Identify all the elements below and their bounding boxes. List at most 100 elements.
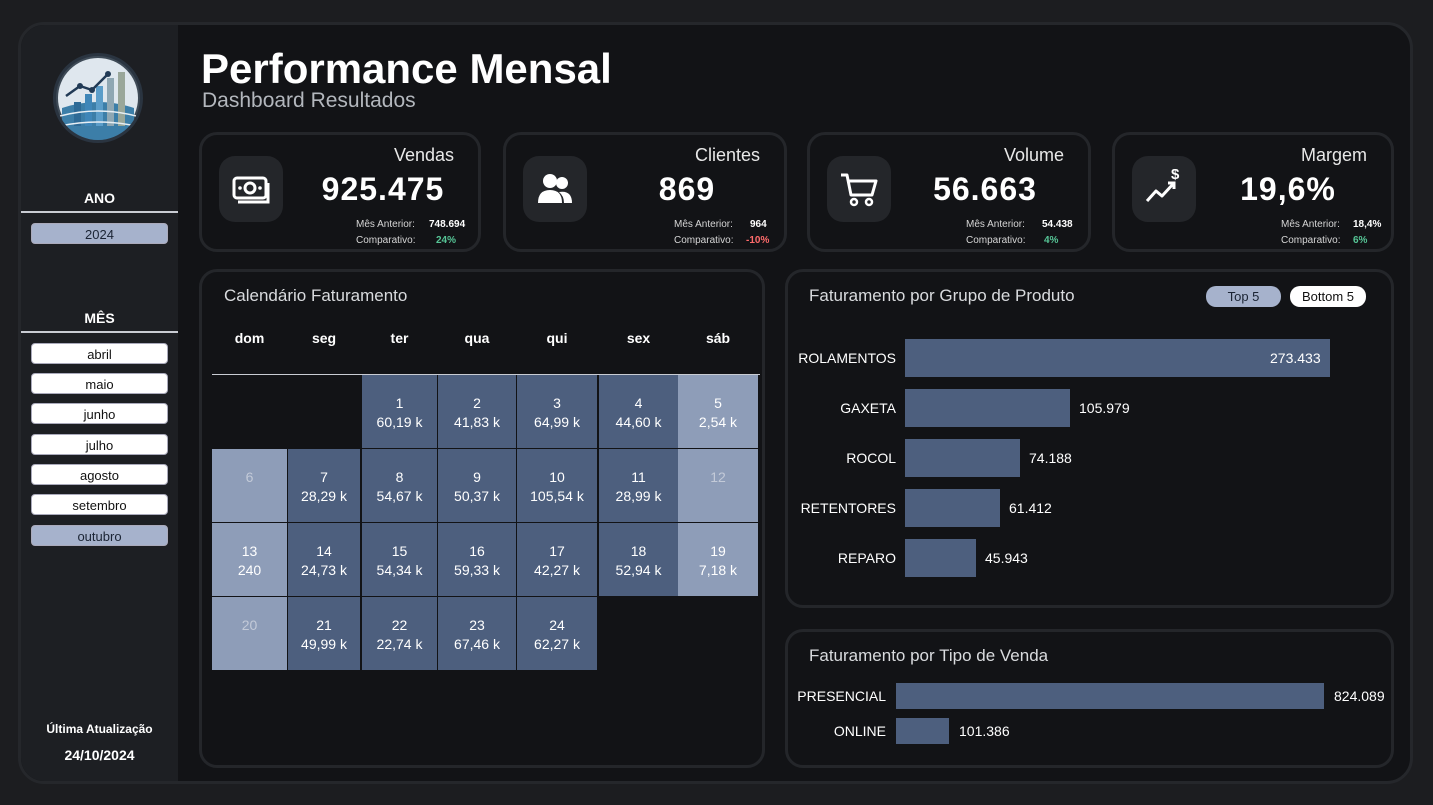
calendar-day-value: 105,54 k xyxy=(530,488,584,504)
calendar-day-cell[interactable]: 15 54,34 k xyxy=(362,523,437,596)
money-icon xyxy=(219,156,283,222)
toggle-bottom5-button[interactable]: Bottom 5 xyxy=(1290,286,1366,307)
calendar-day-number: 19 xyxy=(710,543,726,559)
calendar-day-value: 54,67 k xyxy=(376,488,423,504)
calendar-day-cell[interactable]: 23 67,46 k xyxy=(438,597,516,670)
month-option-abril[interactable]: abril xyxy=(31,343,168,364)
weekday-header: ter xyxy=(390,330,409,346)
calendar-day-value: 62,27 k xyxy=(534,636,580,652)
calendar-day-number: 10 xyxy=(549,469,565,485)
growth-icon: $ xyxy=(1132,156,1196,222)
kpi-prev-value: 54.438 xyxy=(1042,219,1073,230)
calendar-day-number: 21 xyxy=(316,617,332,633)
calendar-day-cell[interactable]: 20 xyxy=(212,597,287,670)
calendar-day-cell[interactable]: 4 44,60 k xyxy=(599,375,678,448)
month-option-junho[interactable]: junho xyxy=(31,403,168,424)
kpi-prev-label: Mês Anterior: xyxy=(356,219,415,230)
calendar-day-cell[interactable]: 7 28,29 k xyxy=(288,449,360,522)
calendar-day-cell[interactable]: 14 24,73 k xyxy=(288,523,360,596)
kpi-cmp-value: 4% xyxy=(1044,235,1059,246)
calendar-day-value: 41,83 k xyxy=(454,414,500,430)
month-option-outubro[interactable]: outubro xyxy=(31,525,168,546)
kpi-card-clientes: Clientes 869 Mês Anterior: 964 Comparati… xyxy=(503,132,787,252)
calendar-day-cell[interactable]: 17 42,27 k xyxy=(517,523,597,596)
bar-label: RETENTORES xyxy=(800,500,896,516)
page-title: Performance Mensal xyxy=(201,45,612,92)
bar-value: 105.979 xyxy=(1079,400,1130,416)
calendar-day-value: 2,54 k xyxy=(698,414,738,430)
kpi-prev-value: 748.694 xyxy=(429,219,466,230)
calendar-day-cell[interactable]: 2 41,83 k xyxy=(438,375,516,448)
calendar-day-cell[interactable]: 16 59,33 k xyxy=(438,523,516,596)
weekday-header: qui xyxy=(546,330,568,346)
calendar-day-number: 2 xyxy=(473,395,481,411)
bar-value: 61.412 xyxy=(1009,500,1052,516)
calendar-day-cell[interactable]: 3 64,99 k xyxy=(517,375,597,448)
month-option-agosto[interactable]: agosto xyxy=(31,464,168,485)
calendar-day-cell[interactable]: 10 105,54 k xyxy=(517,449,597,522)
bar-gaxeta[interactable] xyxy=(905,389,1070,427)
bar-rocol[interactable] xyxy=(905,439,1020,477)
bar-value: 101.386 xyxy=(959,723,1010,739)
calendar-title: Calendário Faturamento xyxy=(224,286,408,305)
dashboard-frame: ANO 2024 MÊS abril maio junho julho agos… xyxy=(18,22,1413,784)
bar-rolamentos[interactable] xyxy=(905,339,1330,377)
cart-icon xyxy=(827,156,891,222)
weekday-header: dom xyxy=(234,330,265,346)
calendar-day-cell[interactable]: 1 60,19 k xyxy=(362,375,437,448)
kpi-prev-value: 18,4% xyxy=(1353,219,1382,230)
calendar-day-value: 44,60 k xyxy=(615,414,662,430)
calendar-day-cell[interactable]: 18 52,94 k xyxy=(599,523,678,596)
bar-reparo[interactable] xyxy=(905,539,976,577)
calendar-day-number: 1 xyxy=(395,395,404,411)
kpi-card-volume: Volume 56.663 Mês Anterior: 54.438 Compa… xyxy=(807,132,1091,252)
calendar-day-value: 52,94 k xyxy=(615,562,662,578)
bar-presencial[interactable] xyxy=(896,683,1324,709)
bar-label: ROLAMENTOS xyxy=(798,350,896,366)
calendar-day-cell[interactable]: 12 xyxy=(678,449,758,522)
calendar-day-number: 13 xyxy=(241,543,258,559)
calendar-day-value: 42,27 k xyxy=(534,562,580,578)
calendar-day-cell[interactable]: 6 xyxy=(212,449,287,522)
bar-retentores[interactable] xyxy=(905,489,1000,527)
calendar-panel: Calendário Faturamento dom seg ter qua qui se… xyxy=(199,269,765,768)
kpi-cmp-label: Comparativo: xyxy=(966,235,1026,246)
calendar-day-cell[interactable]: 24 62,27 k xyxy=(517,597,597,670)
bar-online[interactable] xyxy=(896,718,949,744)
calendar-day-cell[interactable]: 21 49,99 k xyxy=(288,597,360,670)
logo xyxy=(53,53,143,143)
calendar-day-number: 16 xyxy=(469,543,485,559)
calendar-day-cell[interactable]: 22 22,74 k xyxy=(362,597,437,670)
calendar-day-cell[interactable]: 8 54,67 k xyxy=(362,449,437,522)
calendar-day-cell[interactable]: 9 50,37 k xyxy=(438,449,516,522)
calendar-day-cell[interactable]: 13 240 xyxy=(212,523,287,596)
calendar-day-number: 9 xyxy=(473,469,481,485)
kpi-value: 869 xyxy=(658,171,716,207)
calendar-day-value: 54,34 k xyxy=(376,562,423,578)
calendar-day-number: 15 xyxy=(391,543,408,559)
month-option-julho[interactable]: julho xyxy=(31,434,168,455)
chart-logo-icon xyxy=(58,58,138,140)
calendar-day-cell[interactable]: 5 2,54 k xyxy=(678,375,758,448)
kpi-card-margem: $ Margem 19,6% Mês Anterior: 18,4% Compa… xyxy=(1112,132,1394,252)
kpi-card-vendas: Vendas 925.475 Mês Anterior: 748.694 Com… xyxy=(199,132,481,252)
calendar-day-value: 59,33 k xyxy=(454,562,500,578)
month-option-setembro[interactable]: setembro xyxy=(31,494,168,515)
bar-label: PRESENCIAL xyxy=(797,688,886,704)
kpi-prev-label: Mês Anterior: xyxy=(674,219,733,230)
month-option-maio[interactable]: maio xyxy=(31,373,168,394)
year-divider xyxy=(21,211,178,213)
calendar-day-value: 240 xyxy=(237,562,262,578)
calendar-day-number: 17 xyxy=(549,543,565,559)
toggle-top5-button[interactable]: Top 5 xyxy=(1206,286,1281,307)
bar-value: 74.188 xyxy=(1029,450,1072,466)
kpi-cmp-value: 6% xyxy=(1353,235,1368,246)
month-title: MÊS xyxy=(84,310,115,326)
calendar-day-cell[interactable]: 11 28,99 k xyxy=(599,449,678,522)
calendar-day-value: 49,99 k xyxy=(301,636,347,652)
year-option-2024[interactable]: 2024 xyxy=(31,223,168,244)
calendar-day-number: 24 xyxy=(549,617,565,633)
calendar-day-cell[interactable]: 19 7,18 k xyxy=(678,523,758,596)
kpi-label: Volume xyxy=(1003,145,1064,165)
sale-type-title: Faturamento por Tipo de Venda xyxy=(809,646,1049,665)
